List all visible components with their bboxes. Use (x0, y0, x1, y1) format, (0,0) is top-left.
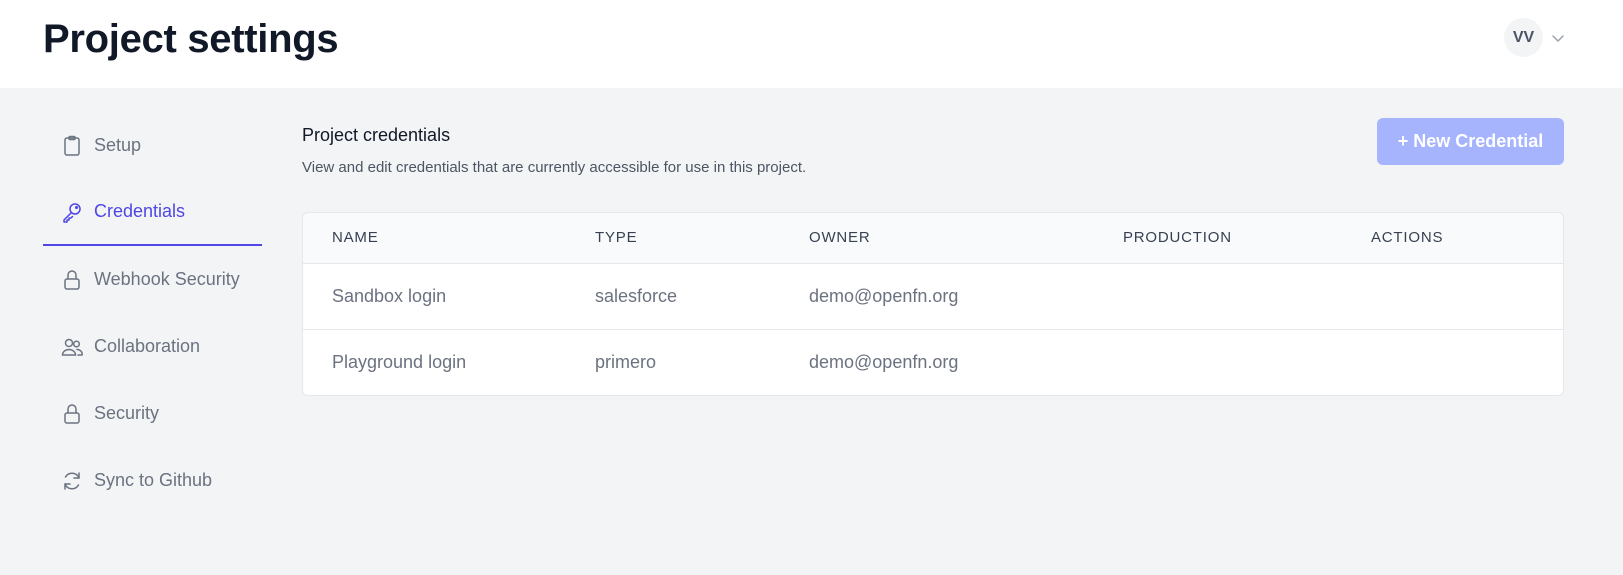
sidebar-item-label: Sync to Github (94, 470, 213, 490)
table-row[interactable]: Sandbox login salesforce demo@openfn.org (303, 263, 1563, 329)
sidebar-item-label: Credentials (94, 201, 186, 221)
sidebar-item-label: Collaboration (94, 336, 201, 356)
sidebar-item-label: Security (94, 403, 160, 423)
page-header: Project settings VV (0, 0, 1623, 88)
section-title: Project credentials (302, 125, 451, 145)
sidebar-item-sync-to-github[interactable]: Sync to Github (43, 447, 262, 514)
users-icon (60, 335, 84, 359)
page-title: Project settings (43, 17, 339, 61)
sidebar-item-setup[interactable]: Setup (43, 112, 262, 179)
cell-type: primero (595, 328, 809, 395)
cell-production (1123, 263, 1371, 329)
lock-icon (60, 268, 84, 292)
column-header-actions: ACTIONS (1371, 213, 1563, 264)
sidebar-item-collaboration[interactable]: Collaboration (43, 313, 262, 380)
table-row[interactable]: Playground login primero demo@openfn.org (303, 328, 1563, 395)
new-credential-button[interactable]: + New Credential (1377, 118, 1564, 165)
column-header-production: PRODUCTION (1123, 213, 1371, 264)
credentials-table: NAME TYPE OWNER PRODUCTION ACTIONS Sandb… (302, 212, 1564, 396)
column-header-owner: OWNER (809, 213, 1123, 264)
cell-type: salesforce (595, 285, 678, 306)
sidebar-item-label: Webhook Security (94, 269, 240, 289)
user-menu[interactable]: VV (1504, 18, 1566, 57)
cell-owner: demo@openfn.org (809, 328, 1123, 395)
avatar[interactable]: VV (1504, 18, 1543, 57)
cell-name[interactable]: Sandbox login (303, 263, 595, 329)
settings-sidebar: Setup Credentials Webhook Security Colla… (43, 112, 262, 514)
sidebar-item-credentials[interactable]: Credentials (43, 179, 262, 246)
table-header-row: NAME TYPE OWNER PRODUCTION ACTIONS (303, 213, 1563, 264)
section-description: View and edit credentials that are curre… (302, 159, 807, 176)
column-header-name: NAME (303, 213, 595, 264)
cell-actions (1371, 263, 1563, 329)
key-icon (60, 200, 84, 224)
sidebar-item-label: Setup (94, 135, 142, 155)
cell-production (1123, 328, 1371, 395)
sidebar-item-security[interactable]: Security (43, 380, 262, 447)
sync-icon (60, 469, 84, 493)
cell-name[interactable]: Playground login (303, 328, 595, 395)
lock-icon (60, 402, 84, 426)
column-header-type: TYPE (595, 213, 809, 264)
sidebar-item-webhook-security[interactable]: Webhook Security (43, 246, 262, 313)
chevron-down-icon[interactable] (1550, 30, 1566, 46)
clipboard-icon (60, 134, 84, 158)
cell-owner: demo@openfn.org (809, 285, 959, 306)
cell-actions (1371, 328, 1563, 395)
